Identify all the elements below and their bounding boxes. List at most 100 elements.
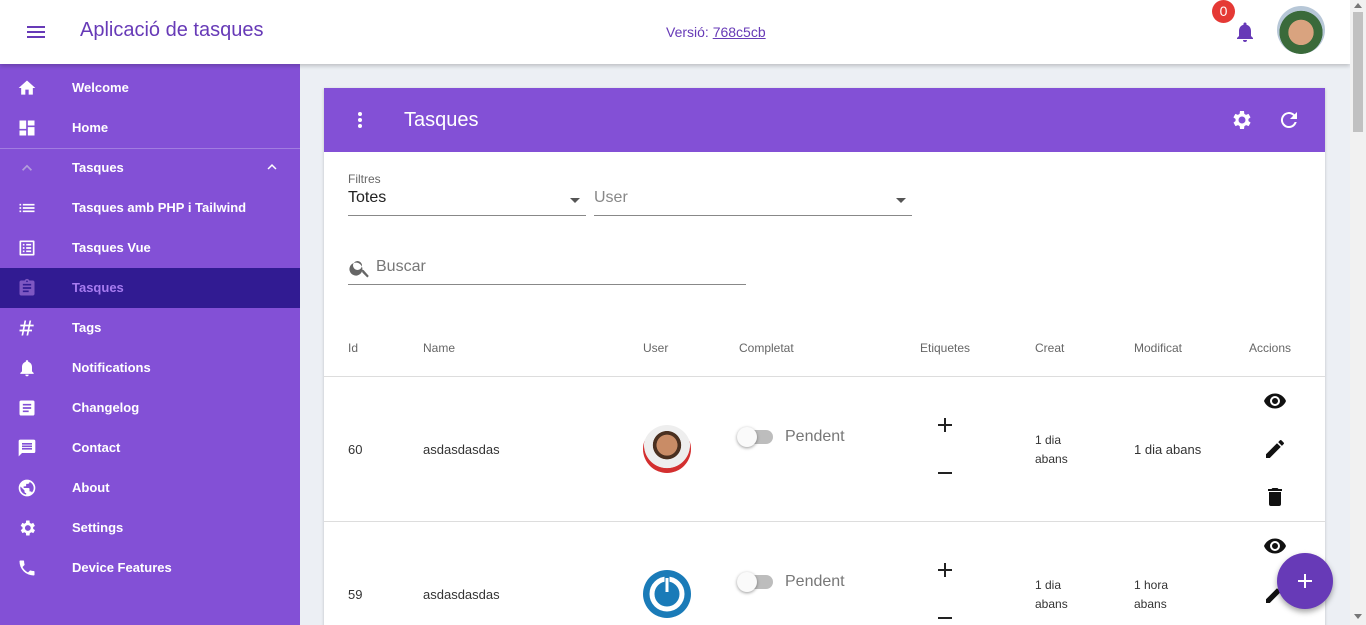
app-title: Aplicació de tasques bbox=[80, 19, 264, 41]
user-select-placeholder: User bbox=[594, 189, 628, 206]
sidebar-item-label: Tasques amb PHP i Tailwind bbox=[72, 200, 247, 215]
avatar bbox=[643, 425, 691, 473]
column-header-modificat[interactable]: Modificat bbox=[1134, 341, 1182, 355]
eye-icon[interactable] bbox=[1263, 389, 1287, 413]
eye-icon[interactable] bbox=[1263, 534, 1287, 558]
sidebar-item-device-features[interactable]: Device Features bbox=[0, 548, 300, 588]
row-created-suffix: abans bbox=[1035, 597, 1068, 611]
version-label: Versió: bbox=[666, 24, 709, 40]
filter-selected-value: Totes bbox=[348, 189, 387, 206]
toggle-thumb bbox=[737, 572, 757, 592]
sidebar-item-notifications[interactable]: Notifications bbox=[0, 348, 300, 388]
home-icon bbox=[17, 78, 37, 98]
version-info: Versió: 768c5cb bbox=[666, 24, 766, 40]
more-vert-icon[interactable] bbox=[348, 108, 372, 132]
row-modified: 1 dia abans bbox=[1134, 442, 1202, 457]
gear-icon[interactable] bbox=[1229, 108, 1253, 132]
column-header-id[interactable]: Id bbox=[348, 341, 358, 355]
row-created-suffix: abans bbox=[1035, 452, 1068, 466]
caret-down-icon bbox=[570, 198, 580, 203]
caret-down-icon bbox=[896, 198, 906, 203]
sidebar-item-tasques-vue[interactable]: Tasques Vue bbox=[0, 228, 300, 268]
column-header-etiquetes[interactable]: Etiquetes bbox=[920, 341, 970, 355]
scroll-down-icon[interactable] bbox=[1354, 614, 1362, 619]
phone-icon bbox=[17, 558, 37, 578]
completed-toggle[interactable] bbox=[737, 426, 773, 447]
tasks-card: Tasques Filtres Totes User Id Name User … bbox=[324, 88, 1325, 625]
remove-tag-icon[interactable] bbox=[933, 606, 957, 625]
sidebar-item-settings[interactable]: Settings bbox=[0, 508, 300, 548]
column-header-accions: Accions bbox=[1249, 341, 1292, 355]
menu-icon[interactable] bbox=[24, 20, 48, 44]
sidebar-group-tasques[interactable]: Tasques bbox=[0, 148, 300, 188]
status-label: Pendent bbox=[785, 428, 845, 445]
sidebar-item-label: Contact bbox=[72, 440, 121, 455]
header-divider bbox=[324, 376, 1325, 377]
sidebar-item-contact[interactable]: Contact bbox=[0, 428, 300, 468]
add-tag-icon[interactable] bbox=[933, 413, 957, 437]
column-header-completat[interactable]: Completat bbox=[739, 341, 794, 355]
notification-badge: 0 bbox=[1212, 0, 1235, 23]
plus-icon bbox=[1298, 574, 1312, 588]
search-input[interactable] bbox=[376, 256, 736, 278]
sidebar-item-changelog[interactable]: Changelog bbox=[0, 388, 300, 428]
toggle-thumb bbox=[737, 427, 757, 447]
assignment-icon bbox=[17, 278, 37, 298]
filters-label: Filtres bbox=[348, 172, 381, 186]
sidebar-item-label: Settings bbox=[72, 520, 124, 535]
add-task-button[interactable] bbox=[1277, 553, 1333, 609]
row-divider bbox=[324, 521, 1325, 522]
sidebar-item-label: About bbox=[72, 480, 110, 495]
delete-icon[interactable] bbox=[1263, 485, 1287, 509]
search-field bbox=[348, 254, 746, 285]
message-icon bbox=[17, 438, 37, 458]
completed-toggle[interactable] bbox=[737, 571, 773, 592]
row-id: 59 bbox=[348, 587, 363, 602]
user-avatar[interactable] bbox=[1277, 6, 1325, 54]
sidebar-item-home[interactable]: Home bbox=[0, 108, 300, 148]
row-created: 1 dia bbox=[1035, 433, 1062, 447]
sidebar-item-label: Changelog bbox=[72, 400, 140, 415]
column-header-creat[interactable]: Creat bbox=[1035, 341, 1064, 355]
sidebar-item-tags[interactable]: Tags bbox=[0, 308, 300, 348]
bell-icon[interactable] bbox=[1233, 20, 1257, 44]
page-scrollbar[interactable] bbox=[1350, 0, 1366, 625]
scrollbar-thumb[interactable] bbox=[1353, 12, 1363, 132]
search-icon bbox=[349, 261, 369, 278]
sidebar-item-label: Welcome bbox=[72, 80, 129, 95]
row-created: 1 dia bbox=[1035, 578, 1062, 592]
card-title: Tasques bbox=[404, 109, 479, 131]
app-bar: Aplicació de tasques Versió: 768c5cb 0 bbox=[0, 0, 1350, 64]
list-icon bbox=[17, 198, 37, 218]
power-logo-icon bbox=[649, 576, 685, 612]
column-header-name[interactable]: Name bbox=[423, 341, 455, 355]
dashboard-icon bbox=[17, 118, 37, 138]
sidebar-item-tasques-php[interactable]: Tasques amb PHP i Tailwind bbox=[0, 188, 300, 228]
sidebar-item-label: Device Features bbox=[72, 560, 172, 575]
filter-select[interactable]: Totes bbox=[348, 188, 586, 216]
sidebar-item-label: Tasques bbox=[72, 160, 124, 175]
sidebar: Welcome Home Tasques Tasques amb PHP i T… bbox=[0, 64, 300, 625]
column-header-user[interactable]: User bbox=[643, 341, 668, 355]
user-select[interactable]: User bbox=[594, 188, 912, 216]
sidebar-item-about[interactable]: About bbox=[0, 468, 300, 508]
refresh-icon[interactable] bbox=[1277, 108, 1301, 132]
scroll-up-icon[interactable] bbox=[1354, 3, 1362, 8]
sidebar-item-label: Tasques bbox=[72, 280, 124, 295]
version-hash-link[interactable]: 768c5cb bbox=[713, 24, 766, 40]
row-modified: 1 hora bbox=[1134, 578, 1169, 592]
add-tag-icon[interactable] bbox=[933, 558, 957, 582]
bell-icon bbox=[17, 358, 37, 378]
sidebar-item-label: Home bbox=[72, 120, 109, 135]
sidebar-item-label: Notifications bbox=[72, 360, 151, 375]
sidebar-item-welcome[interactable]: Welcome bbox=[0, 68, 300, 108]
sidebar-item-tasques-active[interactable]: Tasques bbox=[0, 268, 300, 308]
remove-tag-icon[interactable] bbox=[933, 461, 957, 485]
list-alt-icon bbox=[17, 238, 37, 258]
gear-icon bbox=[17, 518, 37, 538]
edit-icon[interactable] bbox=[1263, 437, 1287, 461]
status-label: Pendent bbox=[785, 573, 845, 590]
row-name: asdasdasdas bbox=[423, 587, 500, 602]
sidebar-item-label: Tags bbox=[72, 320, 102, 335]
chevron-up-icon bbox=[263, 158, 281, 176]
